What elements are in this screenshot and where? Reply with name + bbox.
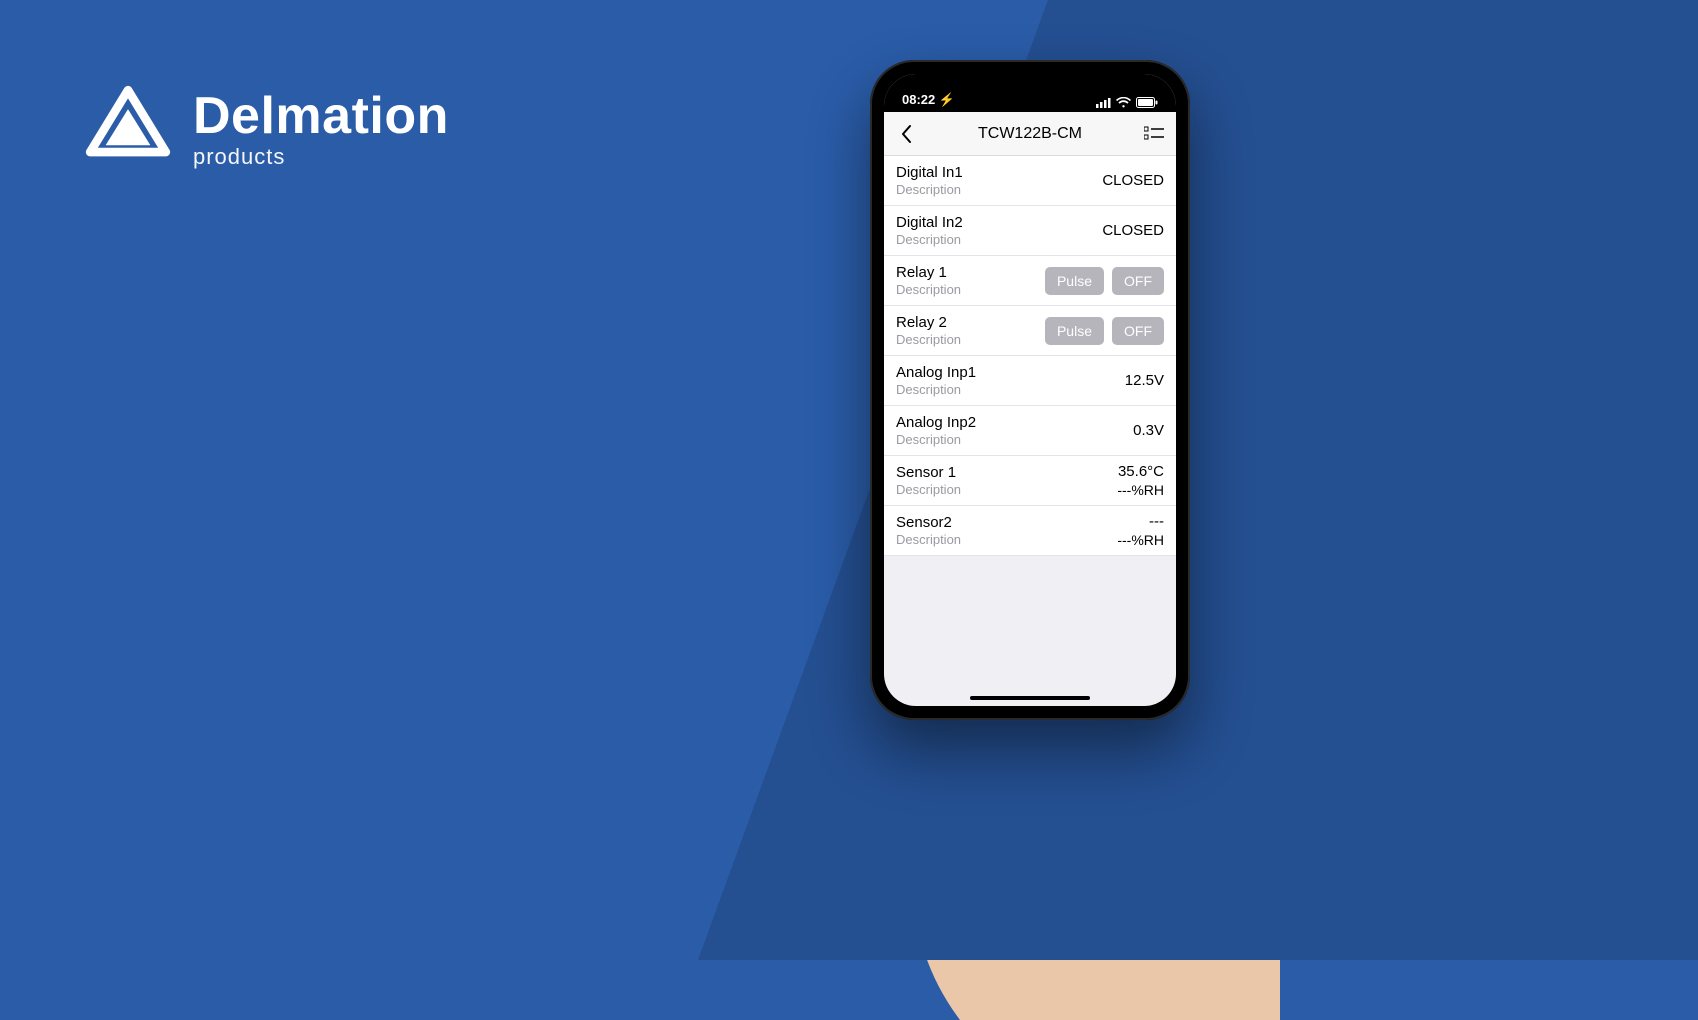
battery-icon bbox=[1136, 97, 1158, 108]
list-item: Sensor 1Description 35.6°C ---%RH bbox=[884, 456, 1176, 506]
row-description: Description bbox=[896, 232, 963, 247]
list-item: Analog Inp1Description 12.5V bbox=[884, 356, 1176, 406]
row-value-secondary: ---%RH bbox=[1117, 532, 1164, 548]
phone-screen: 08:22 ⚡ TCW122B-CM bbox=[884, 74, 1176, 706]
list-item: Digital In1Description CLOSED bbox=[884, 156, 1176, 206]
list-item: Relay 2Description Pulse OFF bbox=[884, 306, 1176, 356]
row-value: CLOSED bbox=[1102, 172, 1164, 189]
row-description: Description bbox=[896, 382, 976, 397]
list-item: Digital In2Description CLOSED bbox=[884, 206, 1176, 256]
row-label: Sensor2 bbox=[896, 514, 961, 531]
pulse-button[interactable]: Pulse bbox=[1045, 317, 1104, 345]
list-options-button[interactable] bbox=[1142, 126, 1166, 142]
chevron-left-icon bbox=[900, 124, 912, 144]
delmation-logo-icon bbox=[85, 85, 171, 171]
background-wedge bbox=[698, 0, 1698, 960]
home-indicator bbox=[970, 696, 1090, 700]
off-button[interactable]: OFF bbox=[1112, 267, 1164, 295]
nav-bar: TCW122B-CM bbox=[884, 112, 1176, 156]
row-label: Digital In1 bbox=[896, 164, 963, 181]
pulse-button[interactable]: Pulse bbox=[1045, 267, 1104, 295]
off-button[interactable]: OFF bbox=[1112, 317, 1164, 345]
row-label: Analog Inp1 bbox=[896, 364, 976, 381]
brand-block: Delmation products bbox=[85, 85, 449, 171]
row-description: Description bbox=[896, 282, 961, 297]
row-description: Description bbox=[896, 432, 976, 447]
nav-title: TCW122B-CM bbox=[978, 125, 1082, 143]
row-label: Relay 1 bbox=[896, 264, 961, 281]
row-description: Description bbox=[896, 332, 961, 347]
list-options-icon bbox=[1144, 126, 1164, 142]
row-label: Sensor 1 bbox=[896, 464, 961, 481]
row-label: Digital In2 bbox=[896, 214, 963, 231]
list-item: Sensor2Description --- ---%RH bbox=[884, 506, 1176, 556]
row-value: CLOSED bbox=[1102, 222, 1164, 239]
status-time: 08:22 ⚡ bbox=[902, 92, 955, 108]
signal-icon bbox=[1096, 97, 1111, 108]
row-value-secondary: ---%RH bbox=[1117, 482, 1164, 498]
row-description: Description bbox=[896, 532, 961, 547]
wifi-icon bbox=[1116, 97, 1131, 108]
readings-list: Digital In1DescriptionCLOSEDDigital In2D… bbox=[884, 156, 1176, 556]
list-item: Relay 1Description Pulse OFF bbox=[884, 256, 1176, 306]
row-description: Description bbox=[896, 482, 961, 497]
row-description: Description bbox=[896, 182, 963, 197]
phone-notch bbox=[955, 74, 1105, 98]
list-item: Analog Inp2Description 0.3V bbox=[884, 406, 1176, 456]
phone-frame: 08:22 ⚡ TCW122B-CM bbox=[870, 60, 1190, 720]
row-value: 35.6°C bbox=[1118, 463, 1164, 480]
row-value: 0.3V bbox=[1133, 422, 1164, 439]
brand-subtitle: products bbox=[193, 144, 449, 170]
row-label: Relay 2 bbox=[896, 314, 961, 331]
row-value: 12.5V bbox=[1125, 372, 1164, 389]
back-button[interactable] bbox=[894, 124, 918, 144]
brand-name: Delmation bbox=[193, 86, 449, 146]
row-label: Analog Inp2 bbox=[896, 414, 976, 431]
row-value: --- bbox=[1149, 513, 1164, 530]
